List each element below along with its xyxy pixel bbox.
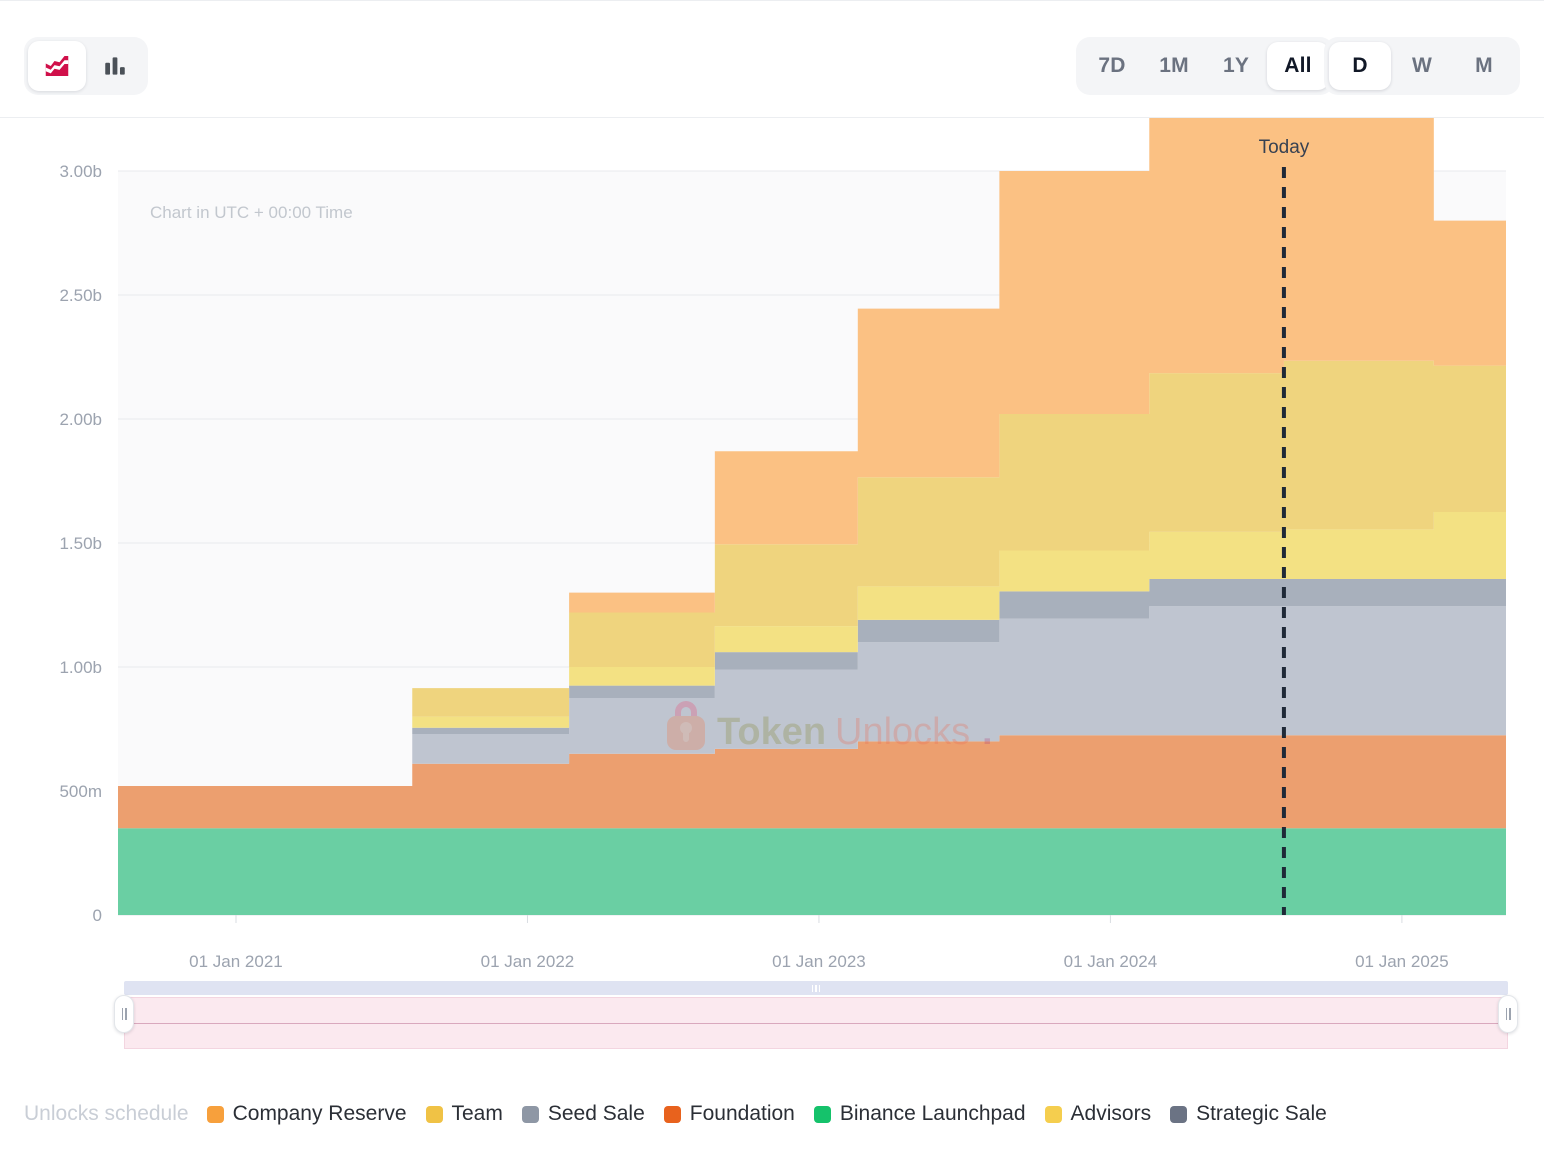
legend-swatch-advisors — [1045, 1106, 1062, 1123]
y-axis-tick-label: 2.00b — [59, 410, 102, 429]
legend-swatch-seed-sale — [522, 1106, 539, 1123]
range-button-1y[interactable]: 1Y — [1205, 42, 1267, 90]
range-slider-handle-right[interactable] — [1498, 995, 1518, 1033]
bar-chart-type-button[interactable] — [86, 41, 144, 91]
chart-range-slider[interactable] — [124, 981, 1508, 1049]
range-slider-baseline — [125, 1023, 1507, 1024]
y-axis-tick-label: 3.00b — [59, 162, 102, 181]
unlock-schedule-chart-page: 7D 1M 1Y All D W M 0 500m 1.00b 1.50b 2.00b 2… — [0, 0, 1544, 1150]
legend-label-team: Team — [452, 1102, 503, 1126]
area-series-binance-launchpad — [118, 828, 1506, 915]
y-axis-tick-label: 1.50b — [59, 534, 102, 553]
y-axis-tick-label: 500m — [59, 782, 102, 801]
legend-label-company-reserve: Company Reserve — [233, 1102, 407, 1126]
legend-item-seed-sale[interactable]: Seed Sale — [522, 1102, 645, 1126]
legend-label-advisors: Advisors — [1071, 1102, 1152, 1126]
today-marker-label: Today — [1259, 137, 1310, 158]
chart-type-toggle-group — [24, 37, 148, 95]
chart-canvas-area: 0 500m 1.00b 1.50b 2.00b 2.50b 3.00b TokenUnloc… — [0, 118, 1544, 998]
svg-text:Token: Token — [717, 711, 826, 753]
range-slider-handle-left[interactable] — [114, 995, 134, 1033]
x-axis-tick-label: 01 Jan 2021 — [189, 952, 283, 971]
legend-label-strategic-sale: Strategic Sale — [1196, 1102, 1327, 1126]
granularity-button-week[interactable]: W — [1391, 42, 1453, 90]
granularity-button-day[interactable]: D — [1329, 42, 1391, 90]
legend-item-advisors[interactable]: Advisors — [1045, 1102, 1152, 1126]
legend-swatch-strategic-sale — [1170, 1106, 1187, 1123]
x-axis-tick-label: 01 Jan 2023 — [772, 952, 866, 971]
legend-item-strategic-sale[interactable]: Strategic Sale — [1170, 1102, 1327, 1126]
range-button-7d[interactable]: 7D — [1081, 42, 1143, 90]
time-range-selector: 7D 1M 1Y All — [1076, 37, 1334, 95]
granularity-button-month[interactable]: M — [1453, 42, 1515, 90]
legend-swatch-company-reserve — [207, 1106, 224, 1123]
legend-label-foundation: Foundation — [690, 1102, 795, 1126]
range-slider-track-top[interactable] — [124, 981, 1508, 995]
area-chart-icon — [42, 51, 72, 81]
legend-label-seed-sale: Seed Sale — [548, 1102, 645, 1126]
legend-title: Unlocks schedule — [24, 1102, 189, 1126]
chart-legend: Unlocks schedule Company Reserve Team Se… — [0, 1090, 1544, 1138]
legend-swatch-team — [426, 1106, 443, 1123]
range-button-all[interactable]: All — [1267, 42, 1329, 90]
legend-item-company-reserve[interactable]: Company Reserve — [207, 1102, 407, 1126]
legend-swatch-binance-launchpad — [814, 1106, 831, 1123]
range-slider-grip-icon — [812, 985, 821, 992]
x-axis-tick-label: 01 Jan 2025 — [1355, 952, 1449, 971]
y-axis-tick-label: 0 — [93, 906, 102, 925]
legend-item-foundation[interactable]: Foundation — [664, 1102, 795, 1126]
x-axis-tick-label: 01 Jan 2022 — [481, 952, 575, 971]
y-axis-tick-label: 1.00b — [59, 658, 102, 677]
legend-swatch-foundation — [664, 1106, 681, 1123]
chart-timezone-note: Chart in UTC + 00:00 Time — [150, 203, 353, 222]
y-axis-tick-label: 2.50b — [59, 286, 102, 305]
chart-toolbar: 7D 1M 1Y All D W M — [0, 0, 1544, 118]
range-button-1m[interactable]: 1M — [1143, 42, 1205, 90]
svg-text:Unlocks: Unlocks — [835, 711, 970, 753]
legend-item-team[interactable]: Team — [426, 1102, 503, 1126]
range-slider-selection[interactable] — [124, 997, 1508, 1049]
stacked-area-chart[interactable]: 0 500m 1.00b 1.50b 2.00b 2.50b 3.00b TokenUnloc… — [0, 118, 1544, 998]
granularity-selector: D W M — [1324, 37, 1520, 95]
legend-label-binance-launchpad: Binance Launchpad — [840, 1102, 1026, 1126]
bar-chart-icon — [102, 53, 128, 79]
svg-text:.: . — [982, 711, 993, 753]
x-axis-tick-label: 01 Jan 2024 — [1064, 952, 1158, 971]
area-chart-type-button[interactable] — [28, 41, 86, 91]
legend-item-binance-launchpad[interactable]: Binance Launchpad — [814, 1102, 1026, 1126]
